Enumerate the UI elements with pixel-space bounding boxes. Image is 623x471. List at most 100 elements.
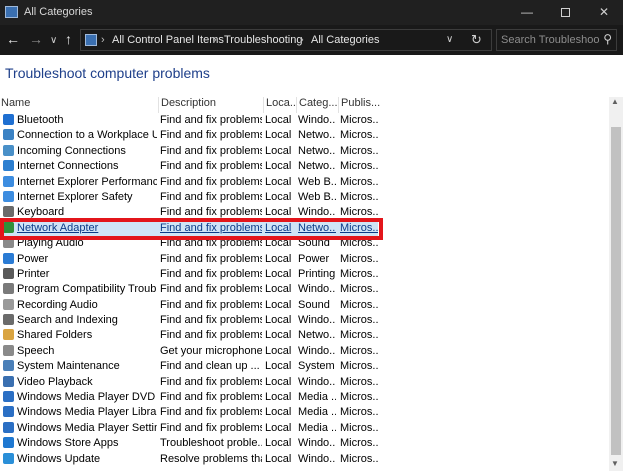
item-description: Find and fix problems... xyxy=(160,267,262,280)
item-location: Local xyxy=(265,160,292,173)
breadcrumb-all-control-panel-items[interactable]: All Control Panel Items xyxy=(112,34,224,46)
ie-safety-icon xyxy=(3,190,14,202)
close-button[interactable]: ✕ xyxy=(585,0,623,25)
list-item[interactable]: Search and Indexing Find and fix problems… xyxy=(0,313,378,328)
list-item[interactable]: Internet Explorer Safety Find and fix pro… xyxy=(0,190,378,205)
list-item[interactable]: System Maintenance Find and clean up ... L… xyxy=(0,359,378,374)
item-category: Netwo... xyxy=(298,144,336,157)
page-title: Troubleshoot computer problems xyxy=(5,65,210,81)
list-item[interactable]: Windows Media Player Library Find and fix… xyxy=(0,405,378,420)
item-publisher: Micros... xyxy=(340,283,378,296)
address-dropdown-icon[interactable]: ∨ xyxy=(446,34,453,45)
media-player-settings-icon xyxy=(3,421,14,433)
windows-update-icon xyxy=(3,452,14,464)
item-publisher: Micros... xyxy=(340,421,378,434)
list-item[interactable]: Shared Folders Find and fix problems...Lo… xyxy=(0,328,378,343)
list-item[interactable]: Video Playback Find and fix problems...Lo… xyxy=(0,375,378,390)
item-category: Windo... xyxy=(298,283,336,296)
item-category: Sound xyxy=(298,298,330,311)
program-compatibility-icon xyxy=(3,283,14,295)
item-description: Find and fix problems... xyxy=(160,375,262,388)
forward-button[interactable]: → xyxy=(29,31,43,47)
item-description: Find and fix problems... xyxy=(160,175,262,188)
list-item[interactable]: Connection to a Workplace Usi...Find and… xyxy=(0,128,378,143)
item-location: Local xyxy=(265,437,292,450)
refresh-icon[interactable]: ↻ xyxy=(471,32,482,48)
highlight-box xyxy=(0,218,383,240)
item-category: Windo... xyxy=(298,114,336,126)
list-item[interactable]: Bluetooth Find and fix problems...Local Wi… xyxy=(0,113,378,128)
item-location: Local xyxy=(265,391,292,404)
item-location: Local xyxy=(265,267,292,280)
list-item[interactable]: Windows Store Apps Troubleshoot proble...… xyxy=(0,436,378,451)
address-bar[interactable]: › All Control Panel Items › Troubleshoot… xyxy=(80,29,492,51)
item-description: Find and fix problems... xyxy=(160,391,262,404)
item-name: Recording Audio xyxy=(17,298,98,311)
scrollbar-thumb[interactable] xyxy=(611,127,621,455)
item-name: Windows Media Player Library xyxy=(17,406,157,419)
navigation-bar: ← → ∨ ↑ › All Control Panel Items › Trou… xyxy=(0,25,623,55)
item-name: Power xyxy=(17,252,49,265)
item-location: Local xyxy=(265,314,292,327)
search-box[interactable]: Search Troubleshooti... ⚲ xyxy=(496,29,617,51)
list-item[interactable]: Internet Explorer Performance Find and fi… xyxy=(0,175,378,190)
list-item[interactable]: Incoming Connections Find and fix problem… xyxy=(0,144,378,159)
item-category: Media ... xyxy=(298,391,336,404)
recent-locations-button[interactable]: ∨ xyxy=(50,33,57,49)
control-panel-icon xyxy=(5,6,18,18)
list-item[interactable]: Windows Update Resolve problems tha...Loc… xyxy=(0,452,378,467)
keyboard-icon xyxy=(3,206,14,218)
item-name: Program Compatibility Trouble... xyxy=(17,283,157,296)
item-name: Incoming Connections xyxy=(17,144,126,157)
list-item[interactable]: Internet Connections Find and fix problem… xyxy=(0,159,378,174)
item-publisher: Micros... xyxy=(340,175,378,188)
scroll-down-icon[interactable]: ▼ xyxy=(611,459,619,468)
system-maintenance-icon xyxy=(3,360,14,372)
item-location: Local xyxy=(265,452,292,465)
item-publisher: Micros... xyxy=(340,144,378,157)
vertical-scrollbar[interactable]: ▲ ▼ xyxy=(609,97,623,471)
item-description: Find and fix problems... xyxy=(160,421,262,434)
breadcrumb-troubleshooting[interactable]: Troubleshooting xyxy=(224,34,302,46)
list-item[interactable]: Speech Get your microphone ...Local Windo.… xyxy=(0,344,378,359)
list-item[interactable]: Windows Media Player DVD Find and fix pro… xyxy=(0,390,378,405)
list-item[interactable]: Power Find and fix problems...Local Power M… xyxy=(0,252,378,267)
item-publisher: Micros... xyxy=(340,267,378,280)
item-publisher: Micros... xyxy=(340,190,378,203)
internet-connections-icon xyxy=(3,160,14,172)
item-publisher: Micros... xyxy=(340,452,378,465)
item-publisher: Micros... xyxy=(340,252,378,265)
column-header-description[interactable]: Description xyxy=(158,97,263,113)
list-item[interactable]: Program Compatibility Trouble...Find and… xyxy=(0,282,378,297)
item-location: Local xyxy=(265,298,292,311)
search-input[interactable]: Search Troubleshooti... xyxy=(501,34,599,46)
item-publisher: Micros... xyxy=(340,437,378,450)
item-name: Internet Connections xyxy=(17,160,119,173)
media-player-dvd-icon xyxy=(3,391,14,403)
minimize-button[interactable]: — xyxy=(508,0,546,25)
item-publisher: Micros... xyxy=(340,391,378,404)
list-item[interactable]: Windows Media Player Settings Find and fi… xyxy=(0,421,378,436)
column-header-name[interactable]: Name xyxy=(0,97,158,113)
scroll-up-icon[interactable]: ▲ xyxy=(611,97,619,106)
item-location: Local xyxy=(265,360,292,373)
item-publisher: Micros... xyxy=(340,360,378,373)
list-item[interactable]: Recording Audio Find and fix problems...L… xyxy=(0,298,378,313)
maximize-button[interactable] xyxy=(546,0,584,25)
list-item[interactable]: Printer Find and fix problems...Local Prin… xyxy=(0,267,378,282)
item-description: Find and fix problems... xyxy=(160,283,262,296)
column-header-location[interactable]: Loca... xyxy=(263,97,296,113)
item-location: Local xyxy=(265,344,292,357)
item-publisher: Micros... xyxy=(340,298,378,311)
video-playback-icon xyxy=(3,375,14,387)
maximize-icon xyxy=(560,8,570,18)
item-name: Bluetooth xyxy=(17,114,64,126)
back-button[interactable]: ← xyxy=(6,31,20,47)
item-location: Local xyxy=(265,129,292,142)
column-header-publisher[interactable]: Publis... xyxy=(338,97,380,113)
up-button[interactable]: ↑ xyxy=(65,31,72,47)
control-panel-icon xyxy=(85,34,97,46)
search-icon[interactable]: ⚲ xyxy=(603,32,612,46)
breadcrumb-all-categories[interactable]: All Categories xyxy=(311,34,379,46)
column-header-category[interactable]: Categ... xyxy=(296,97,338,113)
